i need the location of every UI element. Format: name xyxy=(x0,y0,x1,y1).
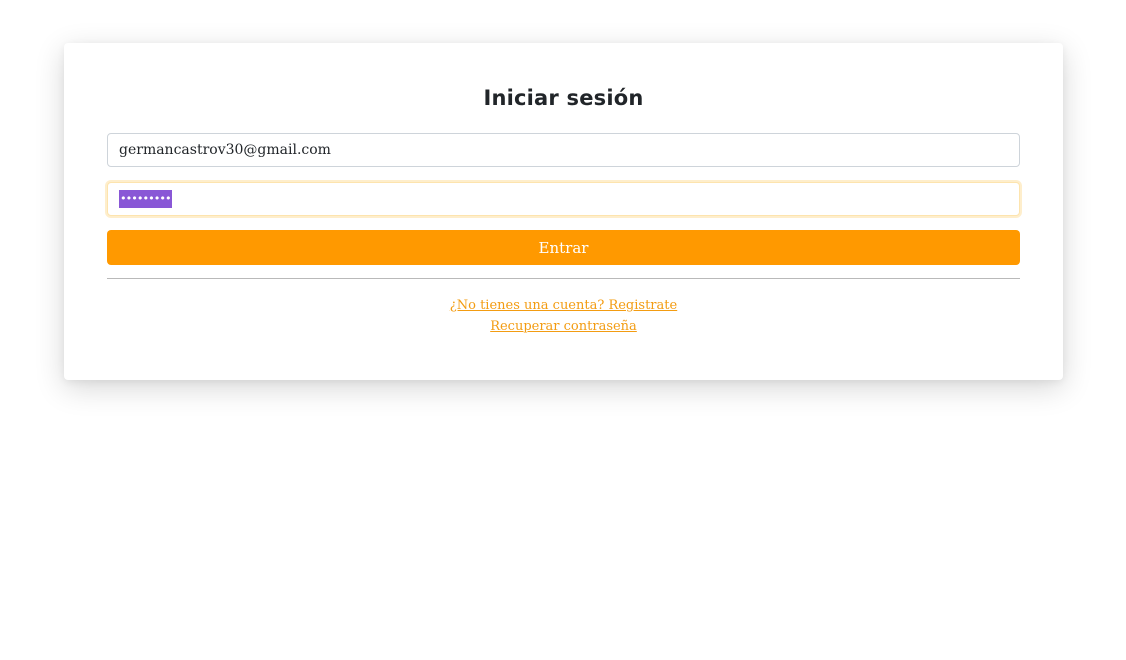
email-field-value: germancastrov30@gmail.com xyxy=(119,142,331,158)
submit-button[interactable]: Entrar xyxy=(107,230,1020,265)
register-link[interactable]: ¿No tienes una cuenta? Registrate xyxy=(450,298,677,313)
password-field-value: ••••••••• xyxy=(119,190,172,208)
email-field[interactable]: germancastrov30@gmail.com xyxy=(107,133,1020,167)
recover-link-row: Recuperar contraseña xyxy=(64,319,1063,334)
recover-password-link[interactable]: Recuperar contraseña xyxy=(490,319,637,334)
register-link-row: ¿No tienes una cuenta? Registrate xyxy=(64,298,1063,313)
login-card: Iniciar sesión germancastrov30@gmail.com… xyxy=(64,43,1063,380)
password-field[interactable]: ••••••••• xyxy=(107,182,1020,216)
divider xyxy=(107,278,1020,279)
page-title: Iniciar sesión xyxy=(483,86,644,110)
